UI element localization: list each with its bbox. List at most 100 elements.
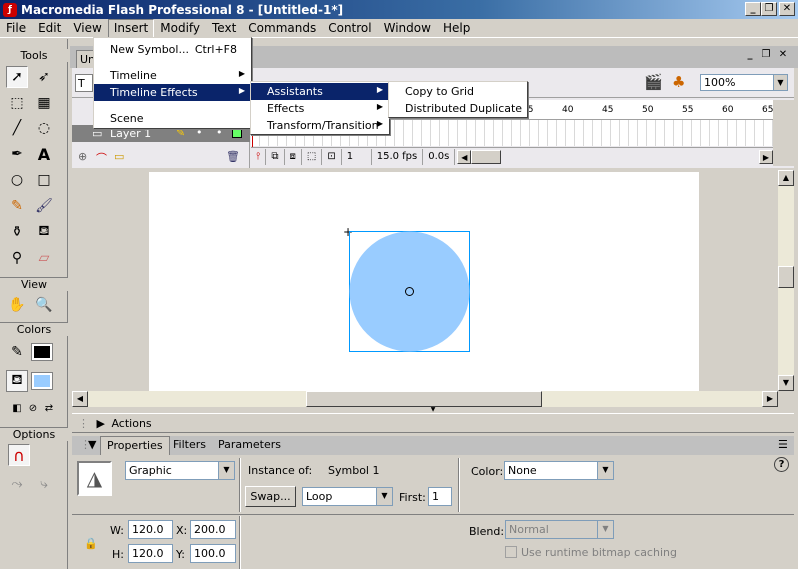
free-transform-tool-icon[interactable]: ⬚ — [6, 92, 28, 114]
timeline-effects-menu: Assistants ▶ Effects ▶ Transform/Transit… — [250, 81, 390, 135]
stage-hscroll-thumb[interactable] — [306, 391, 542, 407]
minimize-button[interactable]: _ — [745, 2, 761, 16]
hand-tool-icon[interactable]: ✋ — [6, 294, 28, 316]
scroll-up-icon[interactable]: ▲ — [778, 170, 794, 186]
menu-commands[interactable]: Commands — [242, 20, 322, 37]
onion-outlines-icon[interactable]: ⧈ — [285, 149, 302, 165]
menu-item-distributed-duplicate[interactable]: Distributed Duplicate — [389, 100, 527, 117]
color-effect-label: Color: — [471, 465, 504, 478]
smooth-icon[interactable]: ⤳ — [6, 473, 28, 495]
scroll-right-icon[interactable]: ▶ — [762, 391, 778, 407]
menu-text[interactable]: Text — [206, 20, 242, 37]
subselection-tool-icon[interactable]: ➶ — [33, 66, 55, 88]
scroll-down-icon[interactable]: ▼ — [778, 375, 794, 391]
oval-tool-icon[interactable]: ○ — [6, 169, 28, 191]
stroke-color-swatch[interactable] — [31, 343, 53, 361]
selection-tool-icon[interactable]: ➚ — [6, 66, 28, 88]
menu-item-copy-to-grid[interactable]: Copy to Grid — [389, 83, 527, 100]
timeline-scroll-left-icon[interactable]: ◀ — [457, 150, 472, 164]
instance-of-value: Symbol 1 — [328, 464, 380, 477]
menu-item-transform-transition[interactable]: Transform/Transition ▶ — [251, 117, 389, 134]
line-tool-icon[interactable]: ╱ — [6, 117, 28, 139]
straighten-icon[interactable]: ⤷ — [33, 473, 55, 495]
zoom-select[interactable]: 100% ▼ — [700, 74, 788, 91]
fill-transform-tool-icon[interactable]: ▦ — [33, 92, 55, 114]
pen-tool-icon[interactable]: ✒ — [6, 143, 28, 165]
fill-color-swatch[interactable] — [31, 372, 53, 390]
tab-properties[interactable]: Properties — [100, 436, 170, 455]
zoom-tool-icon[interactable]: 🔍 — [33, 294, 55, 316]
symbol-type-select[interactable]: Graphic ▼ — [125, 461, 235, 480]
onion-skin-icon[interactable]: ⧉ — [266, 149, 285, 165]
menu-control[interactable]: Control — [322, 20, 377, 37]
panel-options-icon[interactable]: ☰ — [772, 436, 794, 455]
width-label: W: — [110, 524, 124, 537]
eyedropper-tool-icon[interactable]: ⚲ — [6, 247, 28, 269]
menu-item-new-symbol[interactable]: New Symbol... Ctrl+F8 — [94, 41, 251, 58]
insert-folder-icon[interactable]: ▭ — [114, 150, 124, 163]
swap-button[interactable]: Swap... — [245, 486, 296, 507]
menu-item-timeline[interactable]: Timeline ▶ — [94, 67, 251, 84]
edit-symbols-icon[interactable]: ♣ — [672, 73, 685, 91]
center-frame-icon[interactable]: ⫯ — [251, 149, 267, 165]
height-input[interactable]: 120.0 — [128, 544, 173, 563]
timeline-hscroll-thumb[interactable] — [471, 150, 502, 164]
add-motion-guide-icon[interactable]: ⌒ — [96, 150, 107, 166]
doc-restore-icon[interactable]: ❐ — [758, 49, 774, 63]
actions-panel-bar[interactable]: ⋮ ▶ Actions — [72, 413, 794, 433]
eraser-tool-icon[interactable]: ▱ — [33, 247, 55, 269]
lock-icon[interactable]: 🔒 — [84, 537, 98, 550]
y-input[interactable]: 100.0 — [190, 544, 236, 563]
pencil-tool-icon[interactable]: ✎ — [6, 195, 28, 217]
menu-item-effects[interactable]: Effects ▶ — [251, 100, 389, 117]
swap-colors-icon[interactable]: ⇄ — [38, 397, 60, 419]
maximize-button[interactable]: ❐ — [761, 2, 777, 16]
timeline-scroll-right-icon[interactable]: ▶ — [759, 150, 773, 164]
x-input[interactable]: 200.0 — [190, 520, 236, 539]
height-label: H: — [112, 548, 124, 561]
scroll-left-icon[interactable]: ◀ — [72, 391, 88, 407]
ink-bottle-tool-icon[interactable]: ⚱ — [6, 221, 28, 243]
doc-minimize-icon[interactable]: _ — [742, 49, 758, 63]
brush-tool-icon[interactable]: 🖌 — [33, 195, 55, 217]
outline-color-icon[interactable] — [232, 128, 242, 138]
insert-layer-icon[interactable]: ⊕ — [78, 150, 87, 163]
close-button[interactable]: ✕ — [779, 2, 795, 16]
menu-edit[interactable]: Edit — [32, 20, 67, 37]
stage-hscroll[interactable]: ◀ ▶ — [72, 391, 778, 407]
menu-file[interactable]: File — [0, 20, 32, 37]
menu-window[interactable]: Window — [378, 20, 437, 37]
menu-item-assistants[interactable]: Assistants ▶ — [251, 83, 389, 100]
loop-select[interactable]: Loop ▼ — [302, 487, 393, 506]
lasso-tool-icon[interactable]: ◌ — [33, 117, 55, 139]
menu-insert[interactable]: Insert — [107, 18, 155, 38]
rectangle-tool-icon[interactable]: □ — [33, 169, 55, 191]
snap-to-objects-icon[interactable]: ∩ — [8, 444, 30, 466]
trash-icon[interactable]: 🗑 — [226, 150, 240, 163]
text-tool-icon[interactable]: A — [33, 143, 55, 165]
first-frame-input[interactable]: 1 — [428, 487, 452, 506]
color-effect-select[interactable]: None ▼ — [504, 461, 614, 480]
stage-vscroll-thumb[interactable] — [778, 266, 794, 288]
doc-close-icon[interactable]: ✕ — [775, 49, 791, 63]
submenu-arrow-icon: ▶ — [376, 119, 383, 128]
help-icon[interactable]: ? — [774, 457, 789, 472]
edit-scene-icon[interactable]: 🎬 — [644, 73, 663, 91]
tab-filters[interactable]: Filters — [167, 436, 212, 455]
new-symbol-label: New Symbol... — [110, 43, 189, 56]
onion-markers-icon[interactable]: ⊡ — [322, 149, 342, 165]
menu-help[interactable]: Help — [437, 20, 476, 37]
menu-item-scene[interactable]: Scene — [94, 110, 251, 127]
paint-bucket-tool-icon[interactable]: ⛾ — [33, 221, 55, 243]
transform-transition-label: Transform/Transition — [267, 119, 379, 132]
width-input[interactable]: 120.0 — [128, 520, 173, 539]
timeline-vscroll[interactable] — [773, 100, 794, 166]
menu-item-timeline-effects[interactable]: Timeline Effects ▶ — [94, 84, 251, 101]
scene-tab[interactable]: T — [75, 74, 93, 92]
submenu-arrow-icon: ▶ — [376, 102, 383, 111]
menu-modify[interactable]: Modify — [154, 20, 206, 37]
menu-view[interactable]: View — [67, 20, 107, 37]
edit-multiple-icon[interactable]: ⬚ — [302, 149, 323, 165]
tab-parameters[interactable]: Parameters — [212, 436, 287, 455]
stage-vscroll[interactable]: ▲ ▼ — [778, 170, 794, 391]
